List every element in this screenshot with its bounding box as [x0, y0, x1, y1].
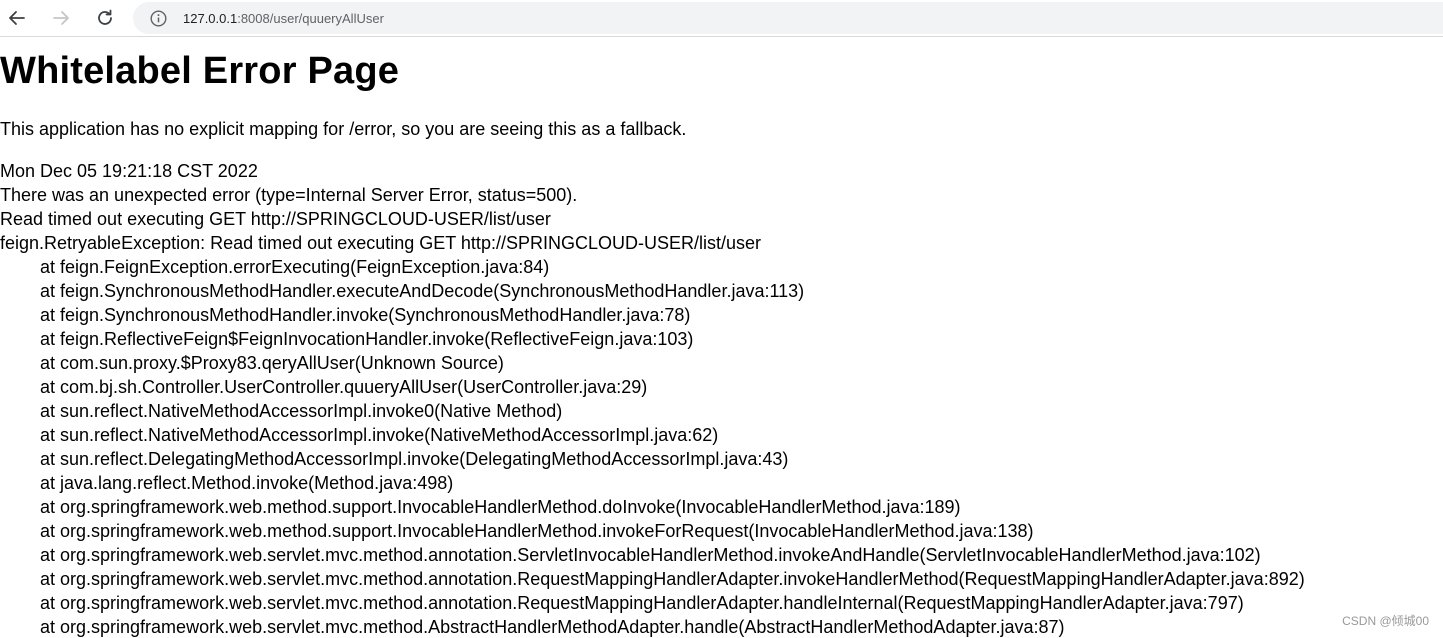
stack-frame: at feign.ReflectiveFeign$FeignInvocation… — [40, 329, 694, 349]
stack-frame: at com.sun.proxy.$Proxy83.qeryAllUser(Un… — [40, 353, 504, 373]
page-content: Whitelabel Error Page This application h… — [0, 37, 1443, 638]
stack-frame: at sun.reflect.DelegatingMethodAccessorI… — [40, 449, 789, 469]
back-button[interactable] — [3, 4, 31, 32]
reload-icon — [98, 9, 112, 25]
stack-frame: at org.springframework.web.method.suppor… — [40, 521, 1034, 541]
reload-button[interactable] — [91, 4, 119, 32]
back-arrow-icon — [9, 11, 25, 25]
address-bar[interactable]: 127.0.0.1:8008/user/quueryAllUser — [133, 2, 1443, 34]
stack-frame: at feign.FeignException.errorExecuting(F… — [40, 257, 550, 277]
info-icon[interactable] — [149, 9, 167, 27]
timestamp: Mon Dec 05 19:21:18 CST 2022 — [0, 161, 258, 181]
url-host: 127.0.0.1 — [183, 10, 238, 26]
stack-frame: at com.bj.sh.Controller.UserController.q… — [40, 377, 648, 397]
stack-frame: at java.lang.reflect.Method.invoke(Metho… — [40, 473, 454, 493]
stack-frame: at sun.reflect.NativeMethodAccessorImpl.… — [40, 401, 563, 421]
stack-frame: at org.springframework.web.servlet.mvc.m… — [40, 593, 1244, 613]
forward-button[interactable] — [47, 4, 75, 32]
stack-frame: at feign.SynchronousMethodHandler.execut… — [40, 281, 805, 301]
error-summary: There was an unexpected error (type=Inte… — [0, 185, 578, 205]
watermark: CSDN @倾城00 — [1342, 614, 1429, 628]
explanation-text: This application has no explicit mapping… — [0, 119, 687, 139]
error-message: Read timed out executing GET http://SPRI… — [0, 209, 551, 229]
stack-frame: at sun.reflect.NativeMethodAccessorImpl.… — [40, 425, 719, 445]
stack-trace: feign.RetryableException: Read timed out… — [0, 231, 1305, 638]
stack-frame: at feign.SynchronousMethodHandler.invoke… — [40, 305, 691, 325]
url-text[interactable]: 127.0.0.1:8008/user/quueryAllUser — [183, 11, 384, 26]
exception-line: feign.RetryableException: Read timed out… — [0, 233, 761, 253]
error-details: Mon Dec 05 19:21:18 CST 2022 There was a… — [0, 159, 1305, 638]
stack-frame: at org.springframework.web.servlet.mvc.m… — [40, 569, 1305, 589]
forward-arrow-icon — [53, 11, 69, 25]
stack-frame: at org.springframework.web.method.suppor… — [40, 497, 961, 517]
browser-toolbar: 127.0.0.1:8008/user/quueryAllUser — [0, 0, 1443, 36]
stack-frame: at org.springframework.web.servlet.mvc.m… — [40, 545, 1261, 565]
url-path: :8008/user/quueryAllUser — [237, 10, 384, 26]
stack-frame: at org.springframework.web.servlet.mvc.m… — [40, 617, 1065, 637]
page-title: Whitelabel Error Page — [0, 50, 400, 92]
